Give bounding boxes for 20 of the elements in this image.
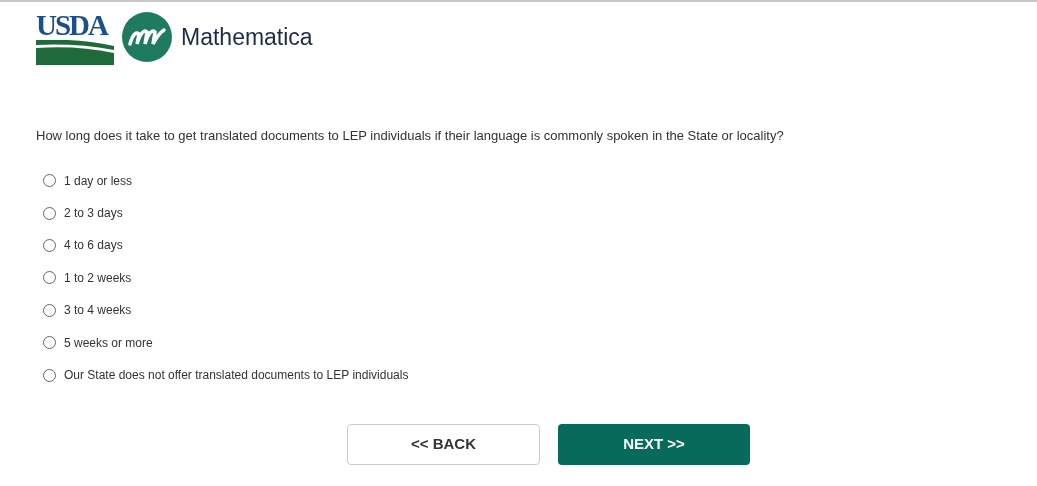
radio-button[interactable] — [43, 174, 56, 188]
wave-logo-icon — [122, 12, 172, 62]
option-label: 1 day or less — [64, 172, 133, 190]
radio-button[interactable] — [43, 303, 56, 317]
next-button[interactable]: NEXT >> — [558, 424, 750, 466]
option-label: 3 to 4 weeks — [64, 302, 132, 320]
radio-button[interactable] — [43, 271, 56, 285]
option-label: 4 to 6 days — [64, 237, 123, 255]
usda-logo: USDA — [36, 9, 114, 65]
option-label: 5 weeks or more — [64, 334, 153, 352]
radio-button[interactable] — [43, 336, 56, 350]
question-text: How long does it take to get translated documents to LEP individuals if their language is commonly spoken in the State or locality? — [36, 127, 785, 145]
option-label: 2 to 3 days — [64, 205, 123, 223]
partner-logo-text: Mathematica — [181, 22, 313, 52]
radio-button[interactable] — [43, 368, 56, 382]
back-button[interactable]: << BACK — [347, 424, 540, 466]
option-label: Our State does not offer translated documents to LEP individuals — [64, 367, 409, 385]
option-label: 1 to 2 weeks — [64, 269, 132, 287]
radio-button[interactable] — [43, 238, 56, 252]
radio-button[interactable] — [43, 206, 56, 220]
